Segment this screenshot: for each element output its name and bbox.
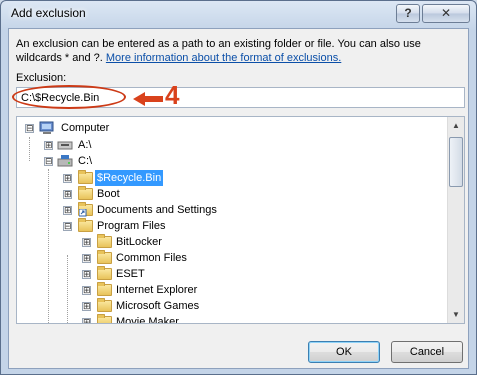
expand-icon[interactable]: ⊞ [82,270,91,279]
tree-item-label: Microsoft Games [116,300,200,312]
close-button[interactable]: ✕ [422,4,470,23]
add-exclusion-dialog: Add exclusion ? ✕ An exclusion can be en… [0,0,477,375]
tree-item-recycle-bin[interactable]: ⊞ $Recycle.Bin [17,170,317,186]
collapse-icon[interactable]: ⊟ [25,124,34,133]
tree-item-bitlocker[interactable]: ⊞ BitLocker [17,234,317,250]
exclusion-format-help-link[interactable]: More information about the format of exc… [106,52,341,64]
dialog-title: Add exclusion [11,6,86,20]
title-bar[interactable]: Add exclusion ? ✕ [1,1,476,28]
expand-icon[interactable]: ⊞ [82,318,91,323]
tree-item-label: ESET [116,268,145,280]
folder-icon [97,250,112,264]
dialog-body: An exclusion can be entered as a path to… [8,28,469,369]
tree-item-documents-and-settings[interactable]: ⊞ Documents and Settings [17,202,317,218]
tree-item-label: Movie Maker [116,316,179,324]
expand-icon[interactable]: ⊞ [63,174,72,183]
help-button[interactable]: ? [396,4,420,23]
tree-item-label: Computer [61,122,110,134]
collapse-icon[interactable]: ⊟ [44,157,53,166]
folder-icon [78,170,93,184]
annotation-step-number: 4 [165,80,180,110]
collapse-icon[interactable]: ⊟ [63,222,72,231]
highlight-oval [12,85,126,109]
tree-item-common-files[interactable]: ⊞ Common Files [17,250,317,266]
annotation-arrow-icon [133,92,163,106]
tree-item-label: Program Files [97,220,166,232]
tree-item-boot[interactable]: ⊞ Boot [17,186,317,202]
expand-icon[interactable]: ⊞ [82,238,91,247]
tree-item-label: C:\ [78,155,93,167]
exclusion-label: Exclusion: [16,72,67,84]
tree-item-a-drive[interactable]: ⊞ A:\ [17,137,317,153]
tree-item-microsoft-games[interactable]: ⊞ Microsoft Games [17,298,317,314]
folder-icon [97,266,112,280]
tree-item-label: A:\ [78,139,92,151]
tree-item-label: Boot [97,188,120,200]
scrollbar-thumb[interactable] [449,137,463,187]
computer-icon [39,121,54,134]
cancel-button[interactable]: Cancel [391,341,463,363]
expand-icon[interactable]: ⊞ [82,302,91,311]
description-text: An exclusion can be entered as a path to… [16,37,462,65]
scroll-up-arrow-icon[interactable]: ▲ [448,117,464,134]
tree-item-label: $Recycle.Bin [95,170,164,186]
vertical-scrollbar[interactable]: ▲ ▼ [447,117,464,323]
tree-item-label: Documents and Settings [97,204,217,216]
expand-icon[interactable]: ⊞ [82,254,91,263]
floppy-drive-icon [57,141,73,150]
tree-item-movie-maker[interactable]: ⊞ Movie Maker [17,314,317,324]
tree-item-label: Internet Explorer [116,284,198,296]
hard-drive-icon [57,155,73,167]
expand-icon[interactable]: ⊞ [82,286,91,295]
folder-icon [78,218,93,232]
expand-icon[interactable]: ⊞ [44,141,53,150]
tree-item-eset[interactable]: ⊞ ESET [17,266,317,282]
expand-icon[interactable]: ⊞ [63,190,72,199]
tree-item-label: BitLocker [116,236,162,248]
scroll-down-arrow-icon[interactable]: ▼ [448,306,464,323]
tree-item-label: Common Files [116,252,187,264]
folder-tree[interactable]: ⊟ Computer ⊞ A:\ ⊟ C:\ ⊞ $Recycle.Bin ⊞ … [16,116,465,324]
expand-icon[interactable]: ⊞ [63,206,72,215]
ok-button[interactable]: OK [308,341,380,363]
folder-icon [97,298,112,312]
folder-icon [78,186,93,200]
folder-shortcut-icon [78,202,93,217]
tree-item-internet-explorer[interactable]: ⊞ Internet Explorer [17,282,317,298]
folder-icon [97,282,112,296]
tree-item-computer[interactable]: ⊟ Computer [17,120,317,136]
folder-icon [97,314,112,323]
tree-item-program-files[interactable]: ⊟ Program Files [17,218,317,234]
tree-item-c-drive[interactable]: ⊟ C:\ [17,153,317,169]
folder-icon [97,234,112,248]
